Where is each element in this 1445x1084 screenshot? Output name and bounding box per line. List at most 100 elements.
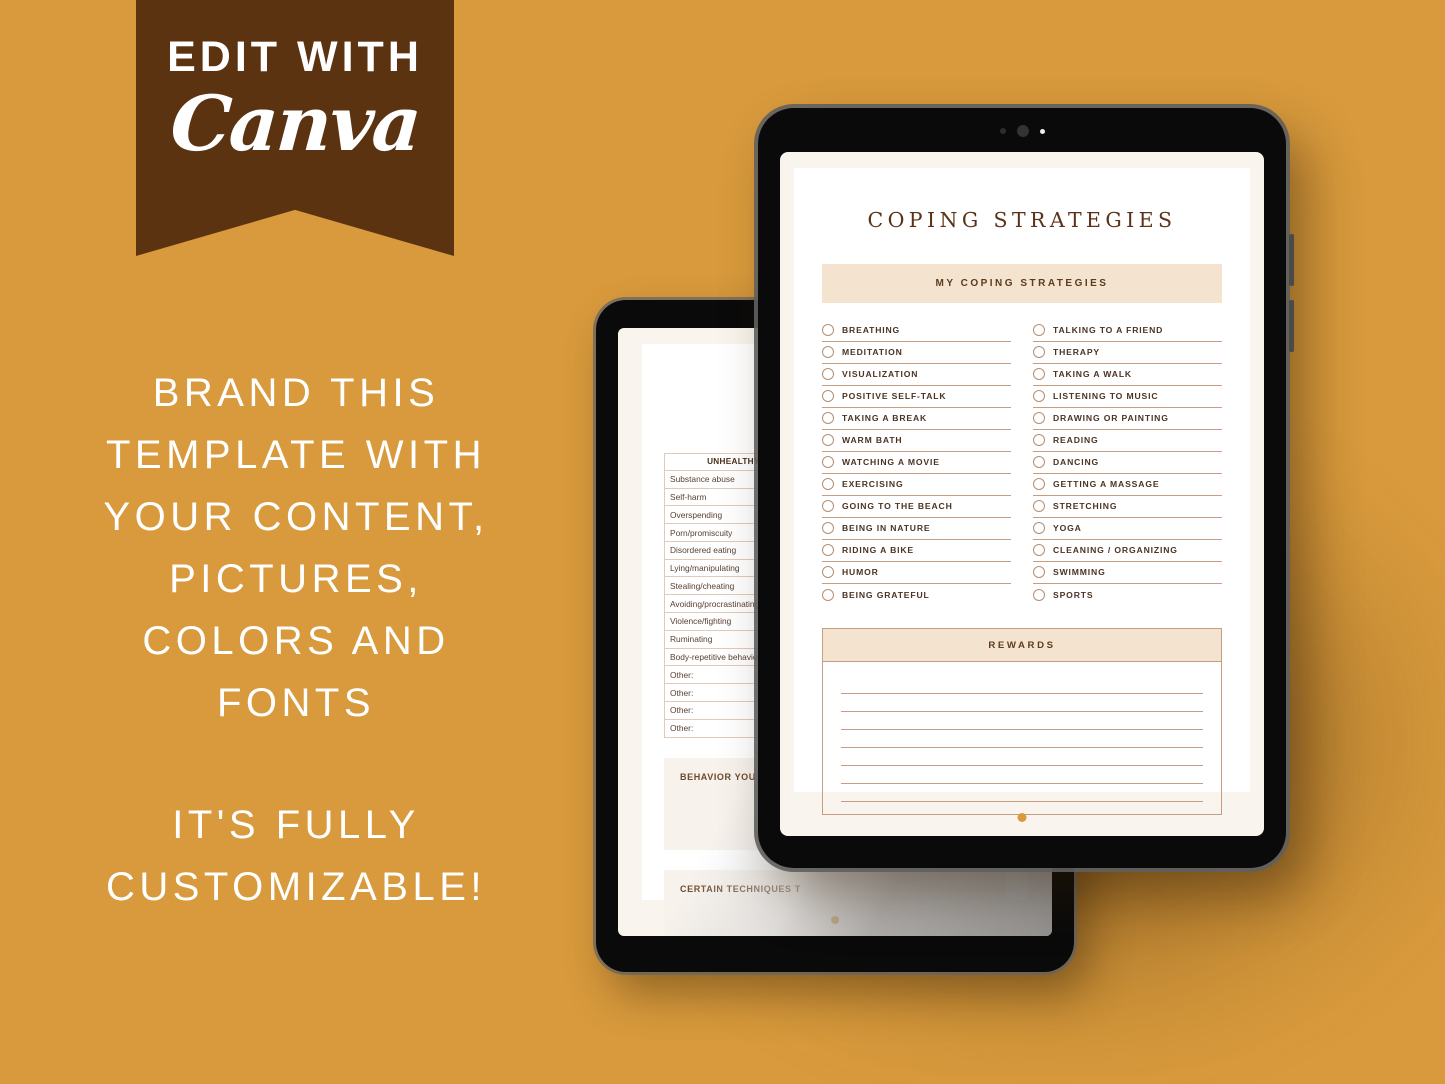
my-coping-strategies-section-bar: MY COPING STRATEGIES: [822, 264, 1222, 303]
checklist-item-label: READING: [1053, 435, 1099, 445]
checklist-item-label: YOGA: [1053, 523, 1082, 533]
checkbox-circle-icon[interactable]: [822, 478, 834, 490]
checklist-item-label: RIDING A BIKE: [842, 545, 915, 555]
checklist-row[interactable]: RIDING A BIKE: [822, 540, 1011, 562]
checkbox-circle-icon[interactable]: [822, 434, 834, 446]
rewards-writing-area[interactable]: [823, 662, 1221, 814]
promo-block-secondary: IT'S FULLY CUSTOMIZABLE!: [70, 794, 522, 918]
checkbox-circle-icon[interactable]: [1033, 434, 1045, 446]
checkbox-circle-icon[interactable]: [1033, 566, 1045, 578]
checklist-item-label: DRAWING OR PAINTING: [1053, 413, 1169, 423]
checklist-row[interactable]: MEDITATION: [822, 342, 1011, 364]
edit-with-canva-ribbon: EDIT WITH Canva: [136, 0, 454, 256]
checkbox-circle-icon[interactable]: [822, 368, 834, 380]
checklist-column-left: BREATHING MEDITATION VISUALIZATION POSITIVE…: [822, 320, 1011, 606]
ribbon-edit-with-label: EDIT WITH: [167, 33, 423, 81]
checkbox-circle-icon[interactable]: [1033, 368, 1045, 380]
checkbox-circle-icon[interactable]: [1033, 478, 1045, 490]
promo-block-primary: BRAND THIS TEMPLATE WITH YOUR CONTENT, P…: [70, 362, 522, 734]
checkbox-circle-icon[interactable]: [1033, 412, 1045, 424]
checklist-row[interactable]: THERAPY: [1033, 342, 1222, 364]
checkbox-circle-icon[interactable]: [822, 588, 834, 601]
checklist-row[interactable]: WARM BATH: [822, 430, 1011, 452]
checklist-row[interactable]: SWIMMING: [1033, 562, 1222, 584]
checklist-row[interactable]: BEING GRATEFUL: [822, 584, 1011, 606]
checklist-item-label: TALKING TO A FRIEND: [1053, 325, 1164, 335]
checklist-row[interactable]: BREATHING: [822, 320, 1011, 342]
checklist-row[interactable]: VISUALIZATION: [822, 364, 1011, 386]
checkbox-circle-icon[interactable]: [822, 346, 834, 358]
checklist-row[interactable]: SPORTS: [1033, 584, 1222, 606]
checklist-item-label: BREATHING: [842, 325, 901, 335]
checkbox-circle-icon[interactable]: [822, 390, 834, 402]
checklist-row[interactable]: LISTENING TO MUSIC: [1033, 386, 1222, 408]
checkbox-circle-icon[interactable]: [1033, 522, 1045, 534]
checklist-row[interactable]: TAKING A BREAK: [822, 408, 1011, 430]
checkbox-circle-icon[interactable]: [1033, 456, 1045, 468]
volume-up-button[interactable]: [1289, 234, 1294, 286]
checklist-item-label: TAKING A BREAK: [842, 413, 928, 423]
checklist-item-label: GOING TO THE BEACH: [842, 501, 953, 511]
section-bar-label: MY COPING STRATEGIES: [935, 278, 1109, 289]
coping-strategies-page: COPING STRATEGIES MY COPING STRATEGIES B…: [794, 168, 1250, 815]
checkbox-circle-icon[interactable]: [1033, 346, 1045, 358]
ribbon-canva-wordmark: Canva: [167, 79, 423, 168]
checklist-row[interactable]: DANCING: [1033, 452, 1222, 474]
page-indicator-dot: [1017, 813, 1027, 822]
foreground-tablet-screen: COPING STRATEGIES MY COPING STRATEGIES B…: [780, 152, 1264, 836]
rewards-write-line[interactable]: [841, 676, 1203, 694]
checklist-row[interactable]: GETTING A MASSAGE: [1033, 474, 1222, 496]
rewards-write-line[interactable]: [841, 766, 1203, 784]
checklist-item-label: WARM BATH: [842, 435, 903, 445]
foreground-tablet-device: COPING STRATEGIES MY COPING STRATEGIES B…: [758, 108, 1294, 868]
checklist-item-label: GETTING A MASSAGE: [1053, 479, 1160, 489]
checklist-row[interactable]: HUMOR: [822, 562, 1011, 584]
checkbox-circle-icon[interactable]: [822, 544, 834, 556]
promo-line: YOUR CONTENT,: [103, 495, 489, 539]
checkbox-circle-icon[interactable]: [822, 324, 834, 336]
checklist-item-label: TAKING A WALK: [1053, 369, 1132, 379]
promo-copy: BRAND THIS TEMPLATE WITH YOUR CONTENT, P…: [70, 362, 522, 918]
checklist-row[interactable]: EXERCISING: [822, 474, 1011, 496]
checklist-item-label: SPORTS: [1053, 589, 1094, 600]
volume-down-button[interactable]: [1289, 300, 1294, 352]
checklist-row[interactable]: READING: [1033, 430, 1222, 452]
coping-strategies-checklist: BREATHING MEDITATION VISUALIZATION POSITIVE…: [822, 320, 1222, 606]
checklist-row[interactable]: DRAWING OR PAINTING: [1033, 408, 1222, 430]
checklist-item-label: BEING GRATEFUL: [842, 589, 930, 600]
page-title: COPING STRATEGIES: [867, 208, 1177, 232]
rewards-write-line[interactable]: [841, 784, 1203, 802]
rewards-write-line[interactable]: [841, 730, 1203, 748]
checklist-row[interactable]: CLEANING / ORGANIZING: [1033, 540, 1222, 562]
checkbox-circle-icon[interactable]: [1033, 500, 1045, 512]
checklist-item-label: MEDITATION: [842, 347, 903, 357]
checkbox-circle-icon[interactable]: [1033, 324, 1045, 336]
checklist-item-label: STRETCHING: [1053, 501, 1118, 511]
techniques-note: CERTAIN TECHNIQUES T: [664, 869, 1006, 936]
checklist-column-right: TALKING TO A FRIEND THERAPY TAKING A WALK L…: [1033, 320, 1222, 606]
checklist-row[interactable]: POSITIVE SELF-TALK: [822, 386, 1011, 408]
checkbox-circle-icon[interactable]: [1033, 588, 1045, 601]
checklist-row[interactable]: WATCHING A MOVIE: [822, 452, 1011, 474]
checklist-row[interactable]: TAKING A WALK: [1033, 364, 1222, 386]
checkbox-circle-icon[interactable]: [1033, 390, 1045, 402]
checkbox-circle-icon[interactable]: [822, 412, 834, 424]
rewards-write-line[interactable]: [841, 748, 1203, 766]
promo-line: TEMPLATE WITH: [106, 433, 486, 477]
checkbox-circle-icon[interactable]: [822, 500, 834, 512]
checklist-row[interactable]: STRETCHING: [1033, 496, 1222, 518]
checkbox-circle-icon[interactable]: [822, 566, 834, 578]
checklist-item-label: LISTENING TO MUSIC: [1053, 391, 1159, 401]
rewards-header: REWARDS: [823, 629, 1221, 662]
checkbox-circle-icon[interactable]: [822, 456, 834, 468]
checklist-row[interactable]: TALKING TO A FRIEND: [1033, 320, 1222, 342]
rewards-write-line[interactable]: [841, 712, 1203, 730]
checklist-row[interactable]: GOING TO THE BEACH: [822, 496, 1011, 518]
checkbox-circle-icon[interactable]: [822, 522, 834, 534]
checklist-row[interactable]: YOGA: [1033, 518, 1222, 540]
checklist-item-label: CLEANING / ORGANIZING: [1053, 545, 1178, 555]
checklist-row[interactable]: BEING IN NATURE: [822, 518, 1011, 540]
promo-line: CUSTOMIZABLE!: [105, 865, 487, 909]
checkbox-circle-icon[interactable]: [1033, 544, 1045, 556]
rewards-write-line[interactable]: [841, 694, 1203, 712]
